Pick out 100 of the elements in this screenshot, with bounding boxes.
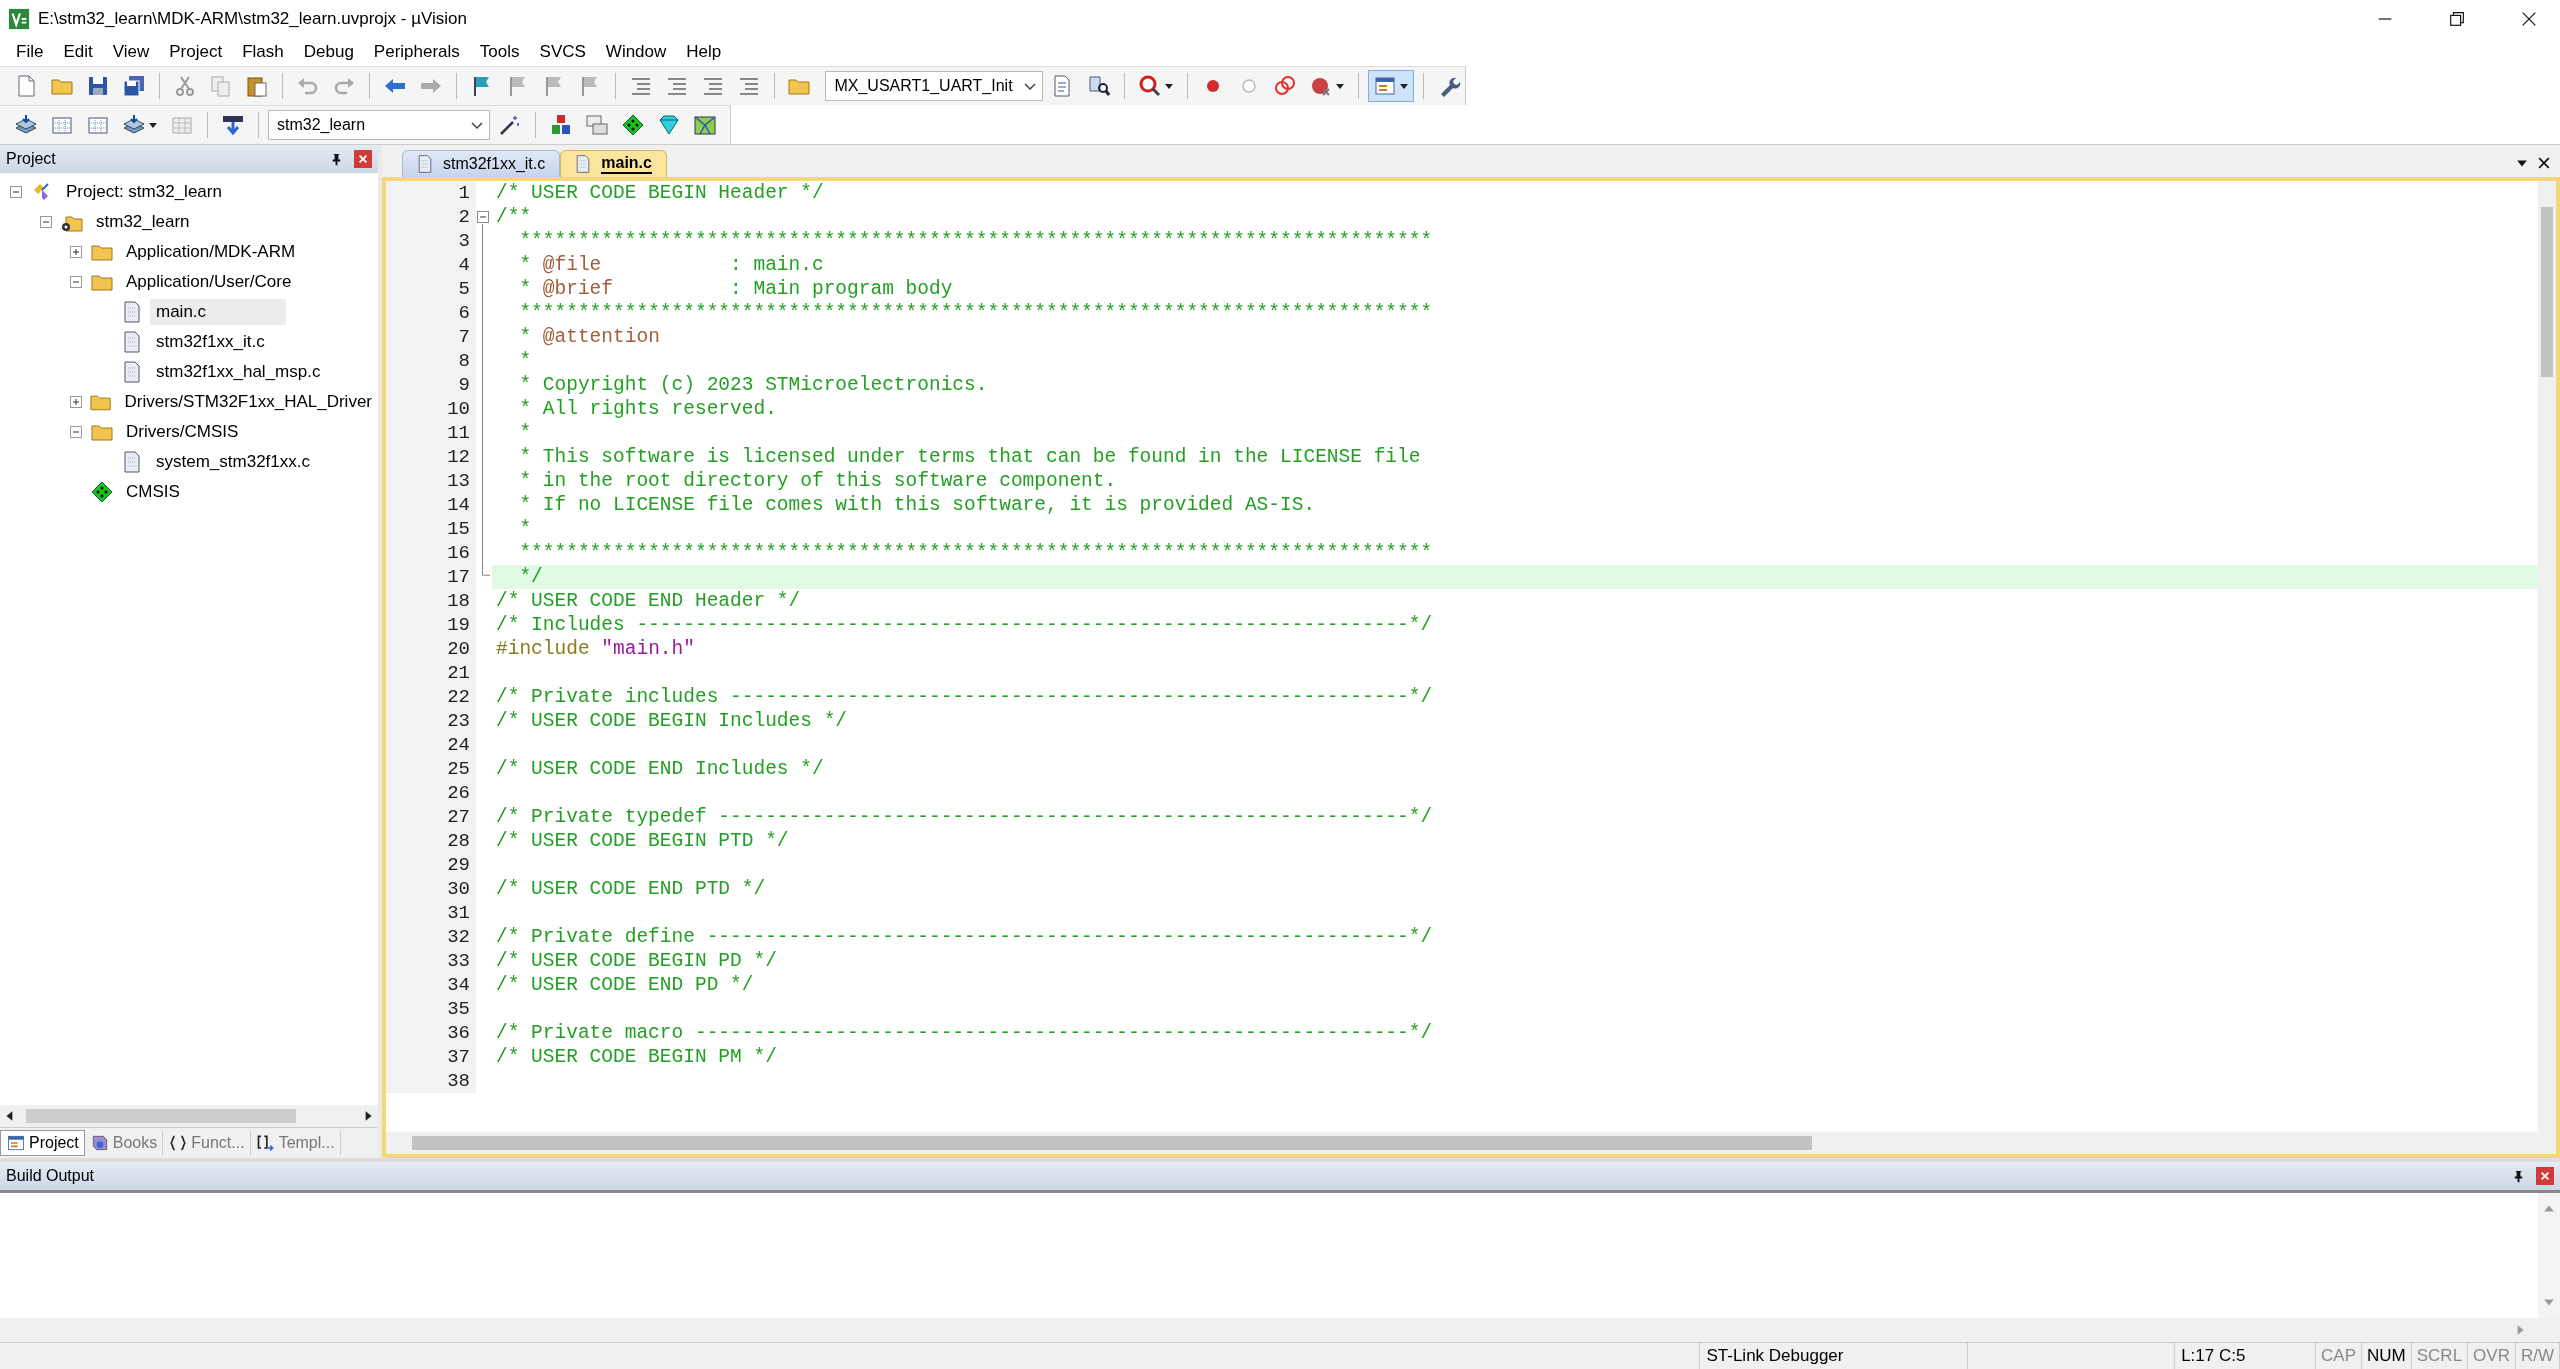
code-line: * @brief : Main program body xyxy=(518,278,953,300)
line-number: 16 xyxy=(386,541,476,565)
close-icon[interactable] xyxy=(2538,157,2550,169)
collapse-icon[interactable] xyxy=(40,216,52,228)
tree-item[interactable]: system_stm32f1xx.c xyxy=(150,449,316,475)
clipboard-icon[interactable] xyxy=(244,74,269,98)
collapse-icon[interactable] xyxy=(477,211,489,223)
windows-icon[interactable] xyxy=(585,113,609,137)
line-number: 19 xyxy=(386,613,476,637)
window-title: E:\stm32_learn\MDK-ARM\stm32_learn.uvprojx - µVision xyxy=(38,9,467,29)
menu-item[interactable]: Debug xyxy=(293,40,364,64)
key-indicator: OVR xyxy=(2468,1343,2516,1369)
caret-icon[interactable] xyxy=(1399,81,1410,91)
caret-icon[interactable] xyxy=(1335,81,1346,91)
panel-tab[interactable]: Funct... xyxy=(163,1131,251,1155)
braces-icon xyxy=(168,1133,189,1153)
menu-item[interactable]: Peripherals xyxy=(363,40,470,64)
restore-icon[interactable] xyxy=(2448,10,2466,28)
window-icon xyxy=(6,1133,26,1153)
tree-item[interactable]: main.c xyxy=(150,299,287,325)
chevron-icon xyxy=(471,121,483,129)
code-line: ****************************************************************************** xyxy=(518,302,1433,324)
tree-item[interactable]: stm32_learn xyxy=(90,209,196,235)
line-number: 36 xyxy=(386,1021,476,1045)
code-line: * This software is licensed under terms that can be found in the LICENSE file xyxy=(518,446,1421,468)
tree-item[interactable]: Application/MDK-ARM xyxy=(120,239,302,265)
menu-item[interactable]: File xyxy=(6,40,54,64)
line-number: 30 xyxy=(386,877,476,901)
code-line: * in the root directory of this software component. xyxy=(518,470,1117,492)
horizontal-scrollbar[interactable] xyxy=(0,1105,378,1127)
menu-item[interactable]: SVCS xyxy=(529,40,596,64)
menu-item[interactable]: Window xyxy=(595,40,677,64)
tree-item[interactable]: Project: stm32_learn xyxy=(60,179,228,205)
line-number: 28 xyxy=(386,829,476,853)
tree-item[interactable]: stm32f1xx_it.c xyxy=(150,329,271,355)
line-number: 1 xyxy=(386,181,476,205)
panel-tab[interactable]: Books xyxy=(84,1131,164,1155)
scrollbar-thumb[interactable] xyxy=(26,1109,296,1123)
code-line: /* USER CODE BEGIN PD */ xyxy=(496,950,777,972)
close-icon[interactable] xyxy=(2520,10,2538,28)
chip-icon[interactable] xyxy=(693,113,717,137)
caret-icon[interactable] xyxy=(148,120,158,130)
file-tab[interactable]: stm32f1xx_it.c xyxy=(402,150,561,177)
blocks-icon[interactable] xyxy=(549,113,573,137)
menu-item[interactable]: Project xyxy=(159,40,233,64)
tree-item[interactable]: stm32f1xx_hal_msp.c xyxy=(150,359,327,385)
line-number: 9 xyxy=(386,373,476,397)
code-line: ****************************************************************************** xyxy=(518,230,1433,252)
function-dropdown[interactable]: MX_USART1_UART_Init xyxy=(825,71,1044,101)
menu-item[interactable]: Edit xyxy=(53,40,103,64)
diamond-icon xyxy=(90,480,114,504)
line-number: 29 xyxy=(386,853,476,877)
target-dropdown[interactable]: stm32_learn xyxy=(268,110,490,140)
line-number: 2 xyxy=(386,205,476,229)
diamond-icon[interactable] xyxy=(621,113,645,137)
line-number: 18 xyxy=(386,589,476,613)
code-line: * xyxy=(518,350,532,372)
tree-item[interactable]: CMSIS xyxy=(120,479,186,505)
code-line: * Copyright (c) 2023 STMicroelectronics. xyxy=(518,374,988,396)
search-icon[interactable] xyxy=(1138,74,1163,98)
line-number: 31 xyxy=(386,901,476,925)
collapse-icon[interactable] xyxy=(10,186,22,198)
key-indicator: R/W xyxy=(2515,1343,2560,1369)
collapse-icon[interactable] xyxy=(70,426,82,438)
file-tab[interactable]: main.c xyxy=(560,150,667,177)
panel-tab[interactable]: Templ... xyxy=(250,1131,341,1155)
horizontal-scrollbar[interactable] xyxy=(386,1132,2556,1154)
wand-icon[interactable] xyxy=(498,113,522,137)
tree-item[interactable]: Application/User/Core xyxy=(120,269,298,295)
caret-icon[interactable] xyxy=(1164,81,1175,91)
line-number: 27 xyxy=(386,805,476,829)
download-icon[interactable] xyxy=(221,113,245,137)
search-icon[interactable] xyxy=(1087,74,1112,98)
menu-item[interactable]: Help xyxy=(676,40,732,64)
code-line: ****************************************************************************** xyxy=(518,542,1433,564)
menu-item[interactable]: Tools xyxy=(469,40,530,64)
line-number: 11 xyxy=(386,421,476,445)
rings-icon[interactable] xyxy=(1273,74,1298,98)
tree-item[interactable]: Drivers/STM32F1xx_HAL_Driver xyxy=(118,389,378,415)
disks-icon[interactable] xyxy=(122,74,146,98)
menu-item[interactable]: Flash xyxy=(232,40,294,64)
scrollbar-thumb[interactable] xyxy=(2541,207,2553,377)
panel-tab[interactable]: Project xyxy=(0,1130,85,1156)
key-indicator: NUM xyxy=(2362,1343,2412,1369)
key-indicator: SCRL xyxy=(2411,1343,2469,1369)
template-icon xyxy=(255,1133,276,1153)
tree-item[interactable]: Drivers/CMSIS xyxy=(120,419,245,445)
vertical-scrollbar[interactable] xyxy=(2538,181,2556,1132)
code-line: /* USER CODE END Header */ xyxy=(496,590,801,612)
scrollbar-thumb[interactable] xyxy=(412,1136,1812,1150)
collapse-icon[interactable] xyxy=(70,276,82,288)
window-icon[interactable] xyxy=(1373,74,1398,98)
line-number: 5 xyxy=(386,277,476,301)
expand-icon[interactable] xyxy=(70,396,82,408)
line-number: 25 xyxy=(386,757,476,781)
gem-icon[interactable] xyxy=(657,113,681,137)
menu-item[interactable]: View xyxy=(102,40,160,64)
expand-icon[interactable] xyxy=(70,246,82,258)
line-number: 34 xyxy=(386,973,476,997)
line-number: 4 xyxy=(386,253,476,277)
